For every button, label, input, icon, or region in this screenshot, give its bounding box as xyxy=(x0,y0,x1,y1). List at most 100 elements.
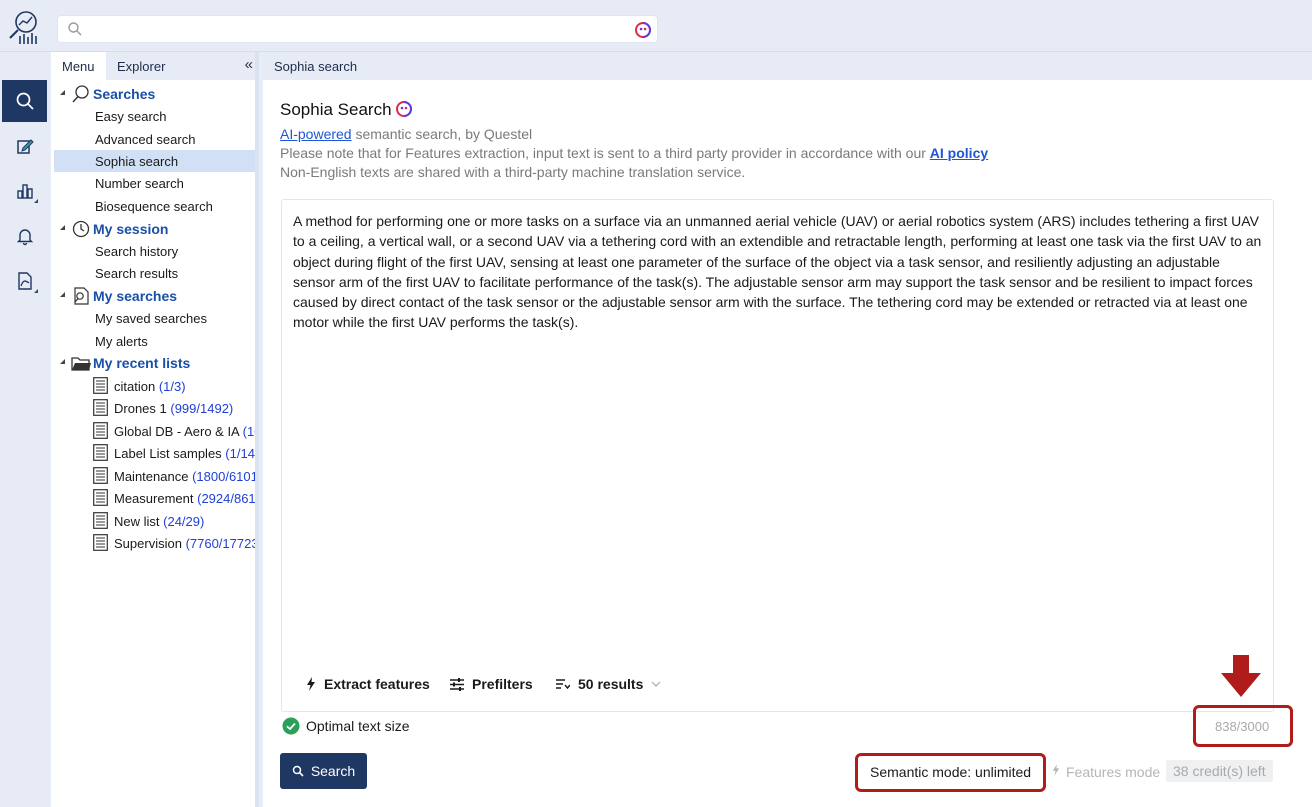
list-name: Maintenance xyxy=(114,469,189,484)
list-document-icon xyxy=(93,399,108,419)
sort-list-icon xyxy=(556,679,570,690)
menu-item-my-alerts[interactable]: My alerts xyxy=(54,330,255,352)
list-count: (2924/8616 xyxy=(197,491,259,506)
ai-policy-link[interactable]: AI policy xyxy=(930,145,988,161)
menu-item-biosequence-search[interactable]: Biosequence search xyxy=(54,195,255,217)
collapse-panel-icon[interactable]: « xyxy=(245,56,253,73)
list-document-icon xyxy=(93,444,108,464)
expand-triangle-icon[interactable] xyxy=(60,225,65,230)
lightning-icon xyxy=(307,677,315,691)
page-title: Sophia Search xyxy=(280,100,392,119)
tab-explorer[interactable]: Explorer xyxy=(117,59,165,74)
list-document-icon xyxy=(93,422,108,442)
menu-item-sophia-search[interactable]: Sophia search xyxy=(54,150,255,172)
results-count-dropdown[interactable]: 50 results xyxy=(556,676,661,692)
section-label: My session xyxy=(93,221,169,237)
section-my-session[interactable]: My session xyxy=(51,218,255,240)
saved-search-icon xyxy=(71,286,91,309)
rail-edit-button[interactable] xyxy=(2,125,47,167)
list-document-icon xyxy=(93,377,108,397)
search-icon xyxy=(67,21,83,40)
global-search-input[interactable] xyxy=(57,15,658,43)
tab-menu[interactable]: Menu xyxy=(51,52,106,80)
privacy-note-text: Please note that for Features extraction… xyxy=(280,145,930,161)
menu-item-my-saved-searches[interactable]: My saved searches xyxy=(54,307,255,329)
list-document-icon xyxy=(93,489,108,509)
chevron-down-icon xyxy=(651,681,661,687)
document-icon xyxy=(17,272,32,290)
menu-item-easy-search[interactable]: Easy search xyxy=(54,105,255,127)
query-textarea[interactable]: A method for performing one or more task… xyxy=(281,199,1274,712)
list-count: (24/29) xyxy=(163,514,205,529)
recent-list-item[interactable]: Measurement (2924/8616 xyxy=(51,487,259,509)
section-my-searches[interactable]: My searches xyxy=(51,285,255,309)
folder-icon xyxy=(71,353,91,376)
extract-features-button[interactable]: Extract features xyxy=(306,676,430,692)
section-label: My searches xyxy=(93,288,178,304)
menu-item-search-history[interactable]: Search history xyxy=(54,240,255,262)
text-size-status: Optimal text size xyxy=(282,717,409,735)
list-count: (999/1492) xyxy=(170,401,234,416)
query-text[interactable]: A method for performing one or more task… xyxy=(293,211,1263,333)
list-name: Global DB - Aero & IA xyxy=(114,424,240,439)
check-circle-icon xyxy=(282,717,300,735)
list-name: Measurement xyxy=(114,491,194,506)
menu-item-advanced-search[interactable]: Advanced search xyxy=(54,128,255,150)
recent-list-item[interactable]: Label List samples (1/14) xyxy=(51,442,259,464)
character-counter: 838/3000 xyxy=(1215,719,1270,734)
list-count: (1/3) xyxy=(158,379,186,394)
annotation-arrow-down-icon xyxy=(1221,655,1261,697)
list-count: (1800/6101 xyxy=(192,469,258,484)
main-tab-title: Sophia search xyxy=(274,59,358,74)
list-document-icon xyxy=(93,512,108,532)
list-document-icon xyxy=(93,534,108,554)
list-name: Drones 1 xyxy=(114,401,167,416)
list-count: (1/14) xyxy=(225,446,259,461)
rail-analytics-button[interactable] xyxy=(2,170,47,212)
section-label: My recent lists xyxy=(93,355,191,371)
rail-documents-button[interactable] xyxy=(2,260,47,302)
lightning-icon xyxy=(1052,764,1060,776)
search-button[interactable]: Search xyxy=(280,753,367,789)
recent-list-item[interactable]: citation (1/3) xyxy=(51,375,255,397)
recent-list-item[interactable]: Maintenance (1800/6101 xyxy=(51,465,258,487)
menu-item-number-search[interactable]: Number search xyxy=(54,172,255,194)
ai-powered-link[interactable]: AI-powered xyxy=(280,126,352,142)
expand-triangle-icon[interactable] xyxy=(60,359,65,364)
list-document-icon xyxy=(93,467,108,487)
results-count-label: 50 results xyxy=(578,676,644,692)
section-label: Searches xyxy=(93,86,156,102)
list-name: Label List samples xyxy=(114,446,222,461)
app-logo-icon[interactable] xyxy=(6,8,44,46)
sophia-ai-icon[interactable] xyxy=(634,21,652,42)
expand-triangle-icon[interactable] xyxy=(60,292,65,297)
recent-list-item[interactable]: Drones 1 (999/1492) xyxy=(51,397,255,419)
prefilters-button[interactable]: Prefilters xyxy=(450,676,533,692)
recent-list-item[interactable]: Global DB - Aero & IA (104 xyxy=(51,420,255,442)
prefilters-label: Prefilters xyxy=(472,676,533,692)
bell-icon xyxy=(16,229,33,246)
search-icon xyxy=(71,84,91,107)
semantic-mode-label: Semantic mode: unlimited xyxy=(870,764,1032,780)
main-content: Sophia search Sophia Search AI-powered s… xyxy=(263,52,1312,807)
search-button-label: Search xyxy=(310,763,356,779)
rail-alerts-button[interactable] xyxy=(2,215,47,257)
submenu-indicator xyxy=(34,289,38,293)
bar-chart-icon xyxy=(16,184,33,199)
recent-list-item[interactable]: Supervision (7760/17723 xyxy=(51,532,255,554)
section-my-recent-lists[interactable]: My recent lists xyxy=(51,352,255,376)
list-name: New list xyxy=(114,514,160,529)
status-text: Optimal text size xyxy=(306,718,410,734)
list-name: citation xyxy=(114,379,156,394)
subtitle-text: semantic search, by Questel xyxy=(351,126,533,142)
credits-badge: 38 credit(s) left xyxy=(1166,760,1273,782)
expand-triangle-icon[interactable] xyxy=(60,90,65,95)
recent-list-item[interactable]: New list (24/29) xyxy=(51,510,255,532)
translation-note: Non-English texts are shared with a thir… xyxy=(280,164,746,180)
top-bar xyxy=(0,0,1312,52)
menu-item-search-results[interactable]: Search results xyxy=(54,262,255,284)
rail-search-button[interactable] xyxy=(2,80,47,122)
section-searches[interactable]: Searches xyxy=(51,83,255,107)
features-mode-label: Features mode xyxy=(1052,764,1160,780)
left-rail xyxy=(0,52,50,807)
